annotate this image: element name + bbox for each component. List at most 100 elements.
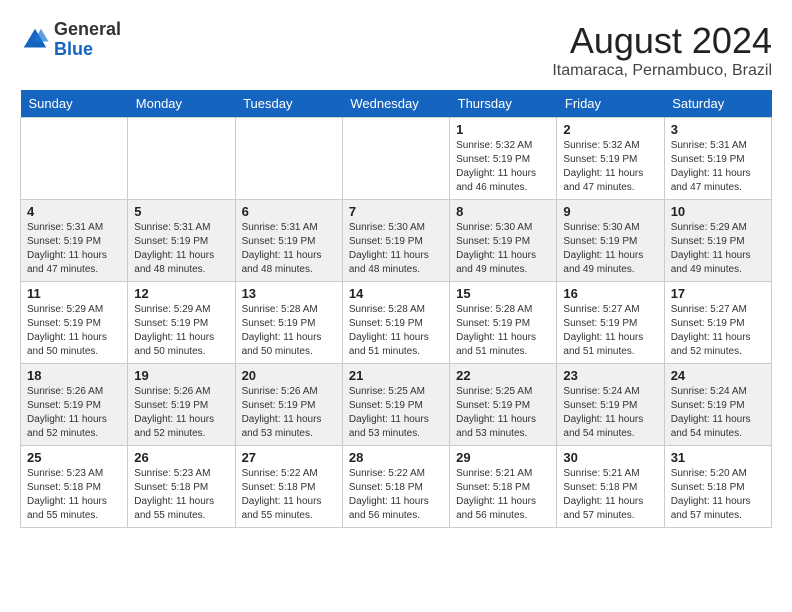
day-info: Sunrise: 5:28 AM Sunset: 5:19 PM Dayligh… xyxy=(242,303,336,359)
day-number: 20 xyxy=(242,368,336,383)
day-number: 14 xyxy=(349,286,443,301)
calendar-cell xyxy=(342,118,449,200)
day-number: 17 xyxy=(671,286,765,301)
day-info: Sunrise: 5:27 AM Sunset: 5:19 PM Dayligh… xyxy=(671,303,765,359)
calendar-cell: 16 Sunrise: 5:27 AM Sunset: 5:19 PM Dayli… xyxy=(557,282,664,364)
day-number: 4 xyxy=(27,204,121,219)
calendar-cell: 11 Sunrise: 5:29 AM Sunset: 5:19 PM Dayli… xyxy=(21,282,128,364)
calendar-cell: 30Sunrise: 5:21 AM Sunset: 5:18 PM Dayli… xyxy=(557,446,664,528)
day-number: 22 xyxy=(456,368,550,383)
calendar-week-row: 11 Sunrise: 5:29 AM Sunset: 5:19 PM Dayli… xyxy=(21,282,772,364)
logo-text: General Blue xyxy=(54,20,121,60)
calendar-week-row: 4 Sunrise: 5:31 AM Sunset: 5:19 PM Daylig… xyxy=(21,200,772,282)
calendar-cell: 22 Sunrise: 5:25 AM Sunset: 5:19 PM Dayli… xyxy=(450,364,557,446)
day-info: Sunrise: 5:25 AM Sunset: 5:19 PM Dayligh… xyxy=(456,385,550,441)
day-info: Sunrise: 5:26 AM Sunset: 5:19 PM Dayligh… xyxy=(134,385,228,441)
calendar-cell: 9 Sunrise: 5:30 AM Sunset: 5:19 PM Daylig… xyxy=(557,200,664,282)
day-info: Sunrise: 5:26 AM Sunset: 5:19 PM Dayligh… xyxy=(242,385,336,441)
calendar-cell: 17 Sunrise: 5:27 AM Sunset: 5:19 PM Dayli… xyxy=(664,282,771,364)
calendar-cell: 24 Sunrise: 5:24 AM Sunset: 5:19 PM Dayli… xyxy=(664,364,771,446)
day-number: 6 xyxy=(242,204,336,219)
day-info: Sunrise: 5:30 AM Sunset: 5:19 PM Dayligh… xyxy=(563,221,657,277)
day-number: 2 xyxy=(563,122,657,137)
logo-icon xyxy=(20,25,50,55)
day-number: 16 xyxy=(563,286,657,301)
calendar-cell: 5 Sunrise: 5:31 AM Sunset: 5:19 PM Daylig… xyxy=(128,200,235,282)
calendar-cell: 8 Sunrise: 5:30 AM Sunset: 5:19 PM Daylig… xyxy=(450,200,557,282)
weekday-header: Saturday xyxy=(664,90,771,118)
calendar-cell: 10 Sunrise: 5:29 AM Sunset: 5:19 PM Dayli… xyxy=(664,200,771,282)
day-number: 5 xyxy=(134,204,228,219)
calendar-cell xyxy=(21,118,128,200)
day-number: 19 xyxy=(134,368,228,383)
day-number: 24 xyxy=(671,368,765,383)
day-info: Sunrise: 5:30 AM Sunset: 5:19 PM Dayligh… xyxy=(349,221,443,277)
day-info: Sunrise: 5:29 AM Sunset: 5:19 PM Dayligh… xyxy=(27,303,121,359)
day-info: Sunrise: 5:20 AM Sunset: 5:18 PM Dayligh… xyxy=(671,467,765,523)
weekday-header: Wednesday xyxy=(342,90,449,118)
calendar-cell: 26 Sunrise: 5:23 AM Sunset: 5:18 PM Dayli… xyxy=(128,446,235,528)
day-info: Sunrise: 5:29 AM Sunset: 5:19 PM Dayligh… xyxy=(671,221,765,277)
day-number: 25 xyxy=(27,450,121,465)
calendar-cell: 20 Sunrise: 5:26 AM Sunset: 5:19 PM Dayli… xyxy=(235,364,342,446)
day-number: 3 xyxy=(671,122,765,137)
calendar-cell: 7 Sunrise: 5:30 AM Sunset: 5:19 PM Daylig… xyxy=(342,200,449,282)
calendar-cell: 3Sunrise: 5:31 AM Sunset: 5:19 PM Daylig… xyxy=(664,118,771,200)
day-number: 7 xyxy=(349,204,443,219)
calendar-cell: 6Sunrise: 5:31 AM Sunset: 5:19 PM Daylig… xyxy=(235,200,342,282)
calendar-cell: 12 Sunrise: 5:29 AM Sunset: 5:19 PM Dayli… xyxy=(128,282,235,364)
day-number: 12 xyxy=(134,286,228,301)
day-number: 28 xyxy=(349,450,443,465)
day-info: Sunrise: 5:29 AM Sunset: 5:19 PM Dayligh… xyxy=(134,303,228,359)
calendar-cell: 21 Sunrise: 5:25 AM Sunset: 5:19 PM Dayli… xyxy=(342,364,449,446)
location: Itamaraca, Pernambuco, Brazil xyxy=(552,62,772,80)
day-info: Sunrise: 5:27 AM Sunset: 5:19 PM Dayligh… xyxy=(563,303,657,359)
day-info: Sunrise: 5:26 AM Sunset: 5:19 PM Dayligh… xyxy=(27,385,121,441)
day-number: 21 xyxy=(349,368,443,383)
logo: General Blue xyxy=(20,20,121,60)
day-number: 11 xyxy=(27,286,121,301)
title-area: August 2024 Itamaraca, Pernambuco, Brazi… xyxy=(552,20,772,80)
day-info: Sunrise: 5:30 AM Sunset: 5:19 PM Dayligh… xyxy=(456,221,550,277)
calendar-cell: 4 Sunrise: 5:31 AM Sunset: 5:19 PM Daylig… xyxy=(21,200,128,282)
weekday-header: Tuesday xyxy=(235,90,342,118)
day-number: 10 xyxy=(671,204,765,219)
day-info: Sunrise: 5:21 AM Sunset: 5:18 PM Dayligh… xyxy=(563,467,657,523)
logo-general: General xyxy=(54,19,121,39)
calendar-table: SundayMondayTuesdayWednesdayThursdayFrid… xyxy=(20,90,772,528)
calendar-cell: 15Sunrise: 5:28 AM Sunset: 5:19 PM Dayli… xyxy=(450,282,557,364)
day-info: Sunrise: 5:28 AM Sunset: 5:19 PM Dayligh… xyxy=(349,303,443,359)
day-number: 23 xyxy=(563,368,657,383)
calendar-cell: 29 Sunrise: 5:21 AM Sunset: 5:18 PM Dayli… xyxy=(450,446,557,528)
calendar-cell: 18Sunrise: 5:26 AM Sunset: 5:19 PM Dayli… xyxy=(21,364,128,446)
calendar-cell: 27Sunrise: 5:22 AM Sunset: 5:18 PM Dayli… xyxy=(235,446,342,528)
day-number: 29 xyxy=(456,450,550,465)
day-info: Sunrise: 5:21 AM Sunset: 5:18 PM Dayligh… xyxy=(456,467,550,523)
day-number: 13 xyxy=(242,286,336,301)
calendar-cell xyxy=(128,118,235,200)
calendar-week-row: 1Sunrise: 5:32 AM Sunset: 5:19 PM Daylig… xyxy=(21,118,772,200)
day-info: Sunrise: 5:22 AM Sunset: 5:18 PM Dayligh… xyxy=(349,467,443,523)
day-number: 9 xyxy=(563,204,657,219)
calendar-cell: 28 Sunrise: 5:22 AM Sunset: 5:18 PM Dayli… xyxy=(342,446,449,528)
weekday-header: Monday xyxy=(128,90,235,118)
calendar-week-row: 18Sunrise: 5:26 AM Sunset: 5:19 PM Dayli… xyxy=(21,364,772,446)
day-info: Sunrise: 5:31 AM Sunset: 5:19 PM Dayligh… xyxy=(27,221,121,277)
day-info: Sunrise: 5:31 AM Sunset: 5:19 PM Dayligh… xyxy=(134,221,228,277)
day-number: 26 xyxy=(134,450,228,465)
day-info: Sunrise: 5:24 AM Sunset: 5:19 PM Dayligh… xyxy=(671,385,765,441)
day-info: Sunrise: 5:23 AM Sunset: 5:18 PM Dayligh… xyxy=(27,467,121,523)
calendar-cell: 2Sunrise: 5:32 AM Sunset: 5:19 PM Daylig… xyxy=(557,118,664,200)
header: General Blue August 2024 Itamaraca, Pern… xyxy=(20,20,772,80)
weekday-header: Sunday xyxy=(21,90,128,118)
calendar-cell xyxy=(235,118,342,200)
logo-blue: Blue xyxy=(54,39,93,59)
day-info: Sunrise: 5:28 AM Sunset: 5:19 PM Dayligh… xyxy=(456,303,550,359)
day-number: 8 xyxy=(456,204,550,219)
calendar-cell: 14 Sunrise: 5:28 AM Sunset: 5:19 PM Dayli… xyxy=(342,282,449,364)
calendar-cell: 23Sunrise: 5:24 AM Sunset: 5:19 PM Dayli… xyxy=(557,364,664,446)
day-info: Sunrise: 5:23 AM Sunset: 5:18 PM Dayligh… xyxy=(134,467,228,523)
day-info: Sunrise: 5:25 AM Sunset: 5:19 PM Dayligh… xyxy=(349,385,443,441)
calendar-cell: 1Sunrise: 5:32 AM Sunset: 5:19 PM Daylig… xyxy=(450,118,557,200)
calendar-cell: 13 Sunrise: 5:28 AM Sunset: 5:19 PM Dayli… xyxy=(235,282,342,364)
